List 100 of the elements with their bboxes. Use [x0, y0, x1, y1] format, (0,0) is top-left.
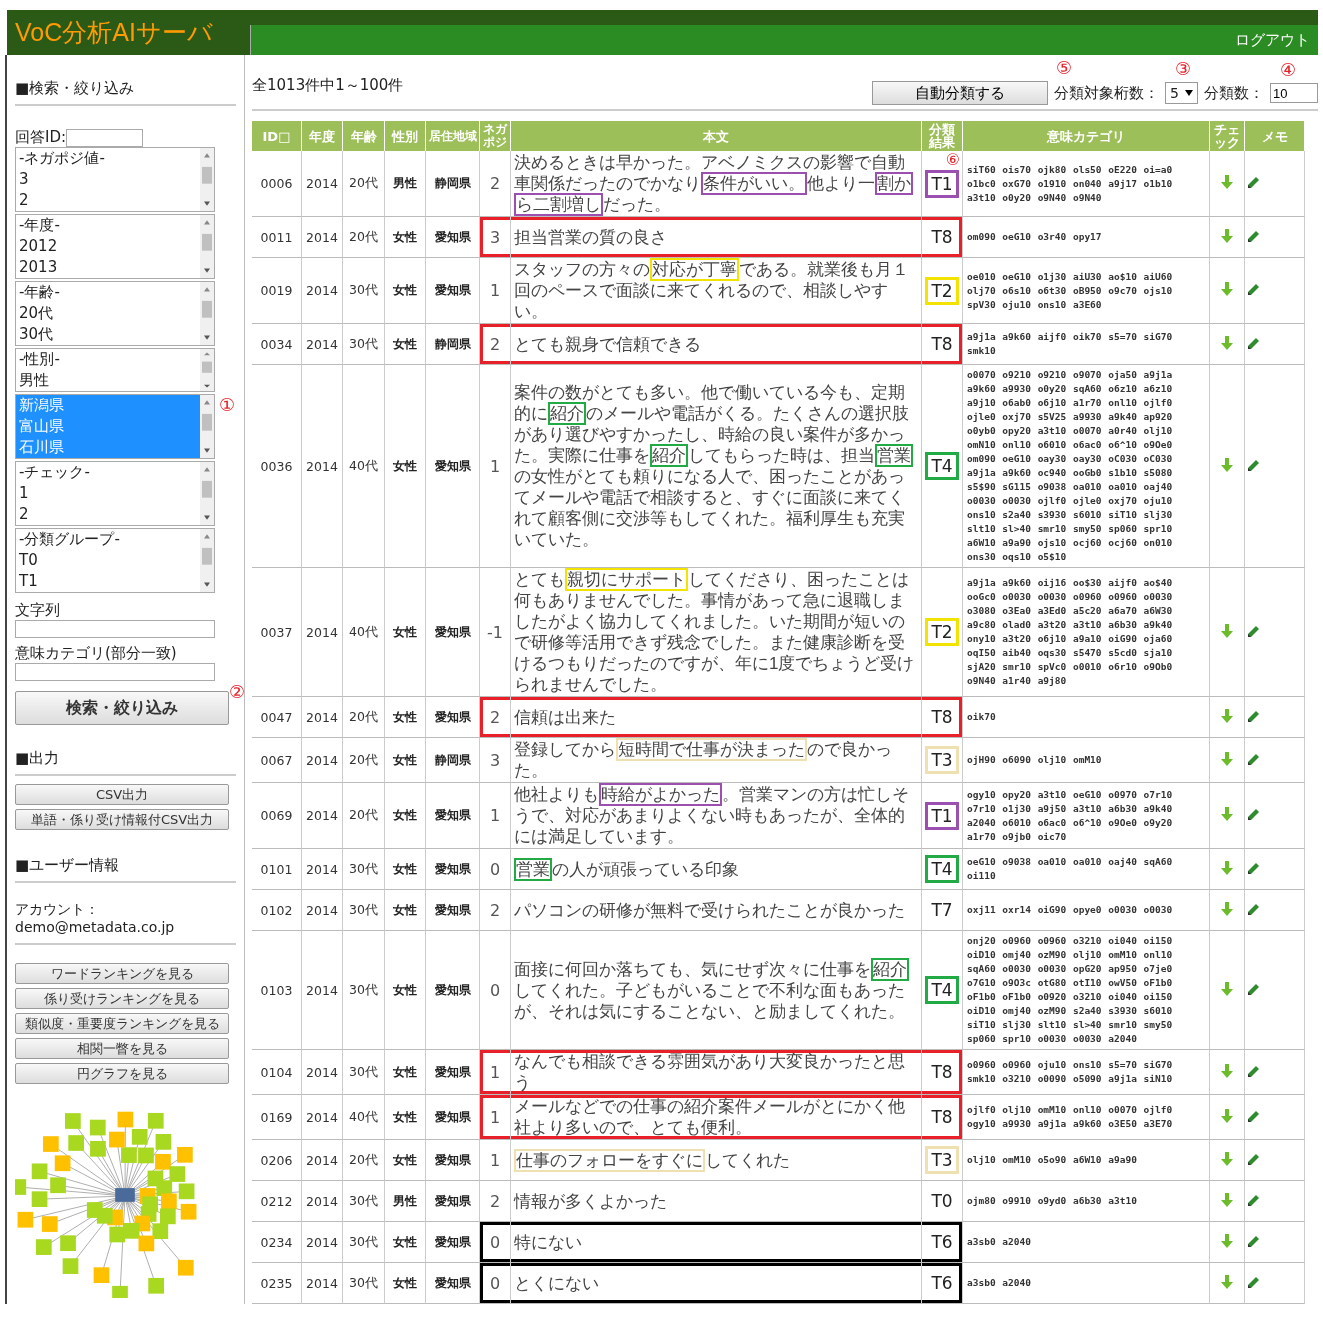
export-button[interactable]: 単語・係り受け情報付CSV出力 — [15, 809, 229, 830]
list-option[interactable]: 2012 — [16, 236, 200, 257]
export-button[interactable]: CSV出力 — [15, 784, 229, 805]
list-option[interactable]: 男性 — [16, 370, 200, 391]
view-button[interactable]: ワードランキングを見る — [15, 963, 229, 984]
table-cell: 20代 — [343, 738, 385, 783]
scrollbar[interactable] — [200, 282, 214, 345]
list-option[interactable]: -分類グループ- — [16, 529, 200, 550]
view-button[interactable]: 相関一瞥を見る — [15, 1038, 229, 1059]
arrow-down-icon[interactable] — [1221, 807, 1233, 821]
listbox[interactable]: -年度- 2012 2013 — [15, 214, 215, 279]
list-option[interactable]: 2 — [16, 190, 200, 211]
arrow-down-icon[interactable] — [1221, 228, 1233, 243]
arrow-down-icon[interactable] — [1221, 1233, 1233, 1248]
view-button[interactable]: 円グラフを見る — [15, 1063, 229, 1084]
text-filter-field[interactable] — [15, 620, 215, 638]
pencil-icon[interactable] — [1247, 1234, 1260, 1248]
pencil-icon[interactable] — [1247, 458, 1260, 472]
list-option[interactable]: 3 — [16, 169, 200, 190]
listbox[interactable]: -分類グループ- T0 T1 — [15, 528, 215, 593]
scrollbar[interactable] — [200, 395, 214, 458]
classification-cell: T8 — [922, 1095, 963, 1140]
list-option[interactable]: T1 — [16, 571, 200, 592]
pencil-icon[interactable] — [1247, 336, 1260, 350]
listbox[interactable]: -性別- 男性 — [15, 348, 215, 392]
list-option[interactable]: 2013 — [16, 257, 200, 278]
table-cell: 30代 — [343, 890, 385, 931]
arrow-down-icon[interactable] — [1221, 1108, 1233, 1123]
search-button[interactable]: 検索・絞り込み — [15, 691, 229, 725]
section-heading: ■ユーザー情報 — [15, 832, 236, 883]
scrollbar[interactable] — [200, 349, 214, 391]
pencil-icon[interactable] — [1247, 709, 1260, 723]
table-cell: 愛知県 — [426, 568, 480, 697]
list-option[interactable]: 1 — [16, 483, 200, 504]
table-cell: 30代 — [343, 1181, 385, 1222]
table-cell: 0234 — [252, 1222, 302, 1263]
table-cell: 1 — [480, 258, 511, 324]
pencil-icon[interactable] — [1247, 982, 1260, 996]
arrow-down-icon[interactable] — [1221, 282, 1233, 296]
pencil-icon[interactable] — [1247, 176, 1260, 189]
table-cell: 女性 — [385, 890, 426, 931]
pencil-icon[interactable] — [1247, 624, 1260, 638]
section-heading: ■出力 — [15, 725, 236, 776]
listbox[interactable]: -ネガポジ値- 3 2 — [15, 147, 215, 212]
table-cell: 0212 — [252, 1181, 302, 1222]
pencil-icon[interactable] — [1247, 229, 1260, 243]
list-option[interactable]: 2 — [16, 504, 200, 525]
arrow-down-icon[interactable] — [1221, 981, 1233, 996]
arrow-down-icon[interactable] — [1221, 1192, 1233, 1207]
pencil-icon[interactable] — [1247, 1275, 1260, 1289]
scrollbar[interactable] — [200, 215, 214, 278]
list-option[interactable]: -チェック- — [16, 462, 200, 483]
table-cell: 女性 — [385, 365, 426, 568]
pencil-icon[interactable] — [1247, 808, 1260, 821]
pencil-icon[interactable] — [1247, 1109, 1260, 1123]
field-label: 分類対象桁数： — [1054, 83, 1160, 103]
listbox[interactable]: -年齢- 20代 30代 — [15, 281, 215, 346]
scrollbar[interactable] — [200, 462, 214, 525]
scrollbar[interactable] — [200, 529, 214, 592]
graph-node — [138, 1147, 154, 1164]
pencil-icon[interactable] — [1247, 902, 1260, 916]
arrow-down-icon[interactable] — [1221, 708, 1233, 723]
digits-select[interactable]: 5 — [1165, 82, 1198, 104]
auto-classify-button[interactable]: 自動分類する — [872, 81, 1049, 105]
view-button[interactable]: 類似度・重要度ランキングを見る — [15, 1013, 229, 1034]
cluster-count-field[interactable]: 10 — [1270, 83, 1318, 103]
list-option[interactable]: -年度- — [16, 215, 200, 236]
graph-node — [31, 1163, 48, 1180]
pencil-icon[interactable] — [1247, 752, 1260, 766]
list-option[interactable]: -性別- — [16, 349, 200, 370]
list-option[interactable]: 30代 — [16, 324, 200, 345]
answer-id-field[interactable] — [66, 128, 144, 147]
listbox[interactable]: -チェック- 1 2 — [15, 461, 215, 526]
arrow-down-icon[interactable] — [1221, 1151, 1233, 1166]
arrow-down-icon[interactable] — [1221, 901, 1233, 916]
pencil-icon[interactable] — [1247, 283, 1260, 296]
scrollbar[interactable] — [200, 148, 214, 211]
view-button[interactable]: 係り受けランキングを見る — [15, 988, 229, 1009]
arrow-down-icon[interactable] — [1221, 457, 1233, 472]
table-cell: 愛知県 — [426, 697, 480, 738]
arrow-down-icon[interactable] — [1221, 175, 1233, 189]
pencil-icon[interactable] — [1247, 861, 1260, 875]
category-filter-field[interactable] — [15, 663, 215, 681]
pencil-icon[interactable] — [1247, 1193, 1260, 1207]
pencil-icon[interactable] — [1247, 1064, 1260, 1078]
arrow-down-icon[interactable] — [1221, 1274, 1233, 1289]
arrow-down-icon[interactable] — [1221, 1063, 1233, 1078]
arrow-down-icon[interactable] — [1221, 623, 1233, 638]
list-option[interactable]: T0 — [16, 550, 200, 571]
classification-cell: T4 — [922, 849, 963, 890]
list-option[interactable]: -年齢- — [16, 282, 200, 303]
column-header: ID□ — [252, 121, 302, 151]
list-option[interactable]: -ネガポジ値- — [16, 148, 200, 169]
list-option[interactable]: 20代 — [16, 303, 200, 324]
arrow-down-icon[interactable] — [1221, 751, 1233, 766]
logout-link[interactable]: ログアウト — [1235, 30, 1310, 50]
pencil-icon[interactable] — [1247, 1152, 1260, 1166]
response-text: 営業の人が頑張っている印象 — [511, 849, 922, 890]
arrow-down-icon[interactable] — [1221, 860, 1233, 875]
arrow-down-icon[interactable] — [1221, 335, 1233, 350]
